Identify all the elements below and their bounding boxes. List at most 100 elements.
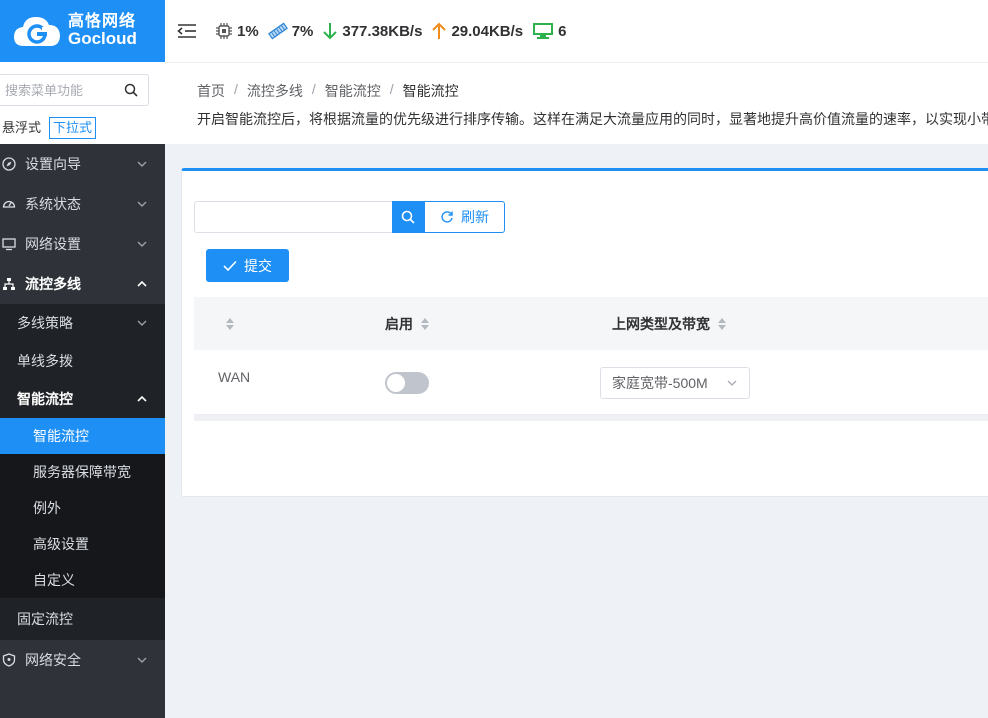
column-header-line[interactable] [226,297,234,350]
sidebar-item-label: 单线多拨 [17,353,73,369]
top-status-bar: 1% 7% 377.38KB/s 29.04KB/s 6 [165,0,988,62]
chevron-down-icon [137,161,147,167]
chevron-down-icon [137,201,147,207]
dashboard-icon [2,200,16,208]
breadcrumb-separator: / [389,81,394,97]
sidebar-item-label: 设置向导 [25,156,81,172]
sidebar-item-label: 系统状态 [25,196,81,212]
sidebar-item-system-status[interactable]: 系统状态 [0,184,165,224]
flow-control-submenu: 多线策略 单线多拨 智能流控 智能流控 服务器保障带宽 例外 高级设置 自定义 … [0,304,165,640]
chevron-down-icon [137,320,147,326]
line-name: WAN [218,369,251,385]
menu-mode-toggle: 悬浮式 下拉式 [0,117,97,139]
upload-speed: 29.04KB/s [431,22,523,40]
download-speed: 377.38KB/s [322,22,422,40]
compass-icon [2,157,16,171]
cloud-logo-icon [14,17,60,46]
smart-flow-table: 启用 上网类型及带宽 WAN 家庭宽带-500M [194,297,988,421]
sidebar-item-advanced-settings[interactable]: 高级设置 [0,526,165,562]
sidebar-item-smart-flow-main[interactable]: 智能流控 [0,418,165,454]
breadcrumb-smart-flow[interactable]: 智能流控 [325,81,381,101]
download-speed-value: 377.38KB/s [342,22,423,40]
sidebar-item-setup-wizard[interactable]: 设置向导 [0,144,165,184]
breadcrumb: 首页 / 流控多线 / 智能流控 / 智能流控 [197,81,459,101]
bandwidth-select[interactable]: 家庭宽带-500M [600,366,750,399]
refresh-icon [441,211,453,223]
arrow-down-icon [323,23,338,40]
online-devices-count: 6 [558,22,567,40]
sidebar-item-flow-control[interactable]: 流控多线 [0,264,165,304]
breadcrumb-flow-control[interactable]: 流控多线 [247,81,303,101]
shield-icon [2,653,16,667]
breadcrumb-current: 智能流控 [402,83,459,99]
refresh-button[interactable]: 刷新 [424,201,505,233]
sidebar-item-label: 网络设置 [25,236,81,252]
sidebar-item-label: 多线策略 [17,315,73,331]
sidebar-item-label: 网络安全 [25,652,81,668]
enable-switch[interactable] [385,371,429,394]
bandwidth-select-value: 家庭宽带-500M [612,374,708,391]
cpu-usage: 1% [215,22,259,40]
chevron-down-icon [727,380,737,386]
smart-flow-submenu: 智能流控 服务器保障带宽 例外 高级设置 自定义 [0,418,165,598]
submit-button[interactable]: 提交 [206,249,289,282]
menu-collapse-icon[interactable] [177,23,197,39]
sitemap-icon [3,278,15,290]
sidebar-item-custom[interactable]: 自定义 [0,562,165,598]
breadcrumb-separator: / [311,81,316,97]
column-header-bandwidth[interactable]: 上网类型及带宽 [612,297,726,350]
sidebar-item-smart-flow[interactable]: 智能流控 [0,380,165,418]
sidebar-item-multi-line-policy[interactable]: 多线策略 [0,304,165,342]
memory-usage: 7% [267,22,313,40]
sidebar-item-server-bandwidth[interactable]: 服务器保障带宽 [0,454,165,490]
chevron-down-icon [137,657,147,663]
sidebar-item-label: 固定流控 [17,611,73,627]
table-header: 启用 上网类型及带宽 [194,297,988,350]
mode-dropdown-button[interactable]: 下拉式 [49,117,97,139]
breadcrumb-separator: / [234,81,238,97]
table-search-input[interactable] [194,201,392,233]
sidebar-item-single-line-multidial[interactable]: 单线多拨 [0,342,165,380]
chevron-down-icon [137,241,147,247]
sidebar-item-network-security[interactable]: 网络安全 [0,640,165,680]
sidebar-menu: 设置向导 系统状态 网络设置 流控多线 多线策略 单线多拨 智能流控 智能流控 … [0,144,165,680]
monitor-icon [2,238,16,251]
breadcrumb-home[interactable]: 首页 [197,81,225,101]
memory-stick-icon [267,22,288,40]
sort-icon[interactable] [718,317,726,330]
menu-search-input[interactable] [0,75,117,105]
chevron-up-icon [137,395,147,402]
check-icon [223,260,237,271]
table-scrollbar[interactable] [194,415,988,421]
search-icon [401,210,415,224]
sidebar-item-label: 智能流控 [17,391,73,407]
brand-name-cn: 高恪网络 [68,12,137,30]
mode-floating-button[interactable]: 悬浮式 [0,117,45,139]
sidebar-item-exceptions[interactable]: 例外 [0,490,165,526]
cpu-usage-value: 1% [237,22,259,40]
search-icon[interactable] [124,83,138,97]
table-search-button[interactable] [392,201,424,233]
chevron-up-icon [137,280,147,287]
brand-logo[interactable]: 高恪网络 Gocloud [0,0,165,62]
brand-name-en: Gocloud [68,29,137,49]
sort-icon[interactable] [421,317,429,330]
online-devices: 6 [532,22,567,40]
table-row: WAN 家庭宽带-500M [194,350,988,415]
sidebar: 高恪网络 Gocloud 悬浮式 下拉式 设置向导 系统状态 [0,0,165,718]
sort-icon[interactable] [226,317,234,330]
upload-speed-value: 29.04KB/s [451,22,524,40]
content-card: 刷新 提交 启用 上网类型及带宽 WAN 家庭宽带-500M [181,168,988,497]
submit-button-label: 提交 [244,257,272,274]
menu-search-box [0,74,149,106]
page-description: 开启智能流控后，将根据流量的优先级进行排序传输。这样在满足大流量应用的同时，显著… [197,111,988,127]
refresh-button-label: 刷新 [461,209,489,225]
page-header: 首页 / 流控多线 / 智能流控 / 智能流控 开启智能流控后，将根据流量的优先… [165,62,988,144]
sidebar-item-fixed-flow[interactable]: 固定流控 [0,598,165,640]
arrow-up-icon [432,22,447,39]
sidebar-tools: 悬浮式 下拉式 [0,62,165,144]
cpu-chip-icon [216,23,232,39]
monitor-icon [533,23,554,39]
sidebar-item-network-settings[interactable]: 网络设置 [0,224,165,264]
column-header-enabled[interactable]: 启用 [385,297,429,350]
